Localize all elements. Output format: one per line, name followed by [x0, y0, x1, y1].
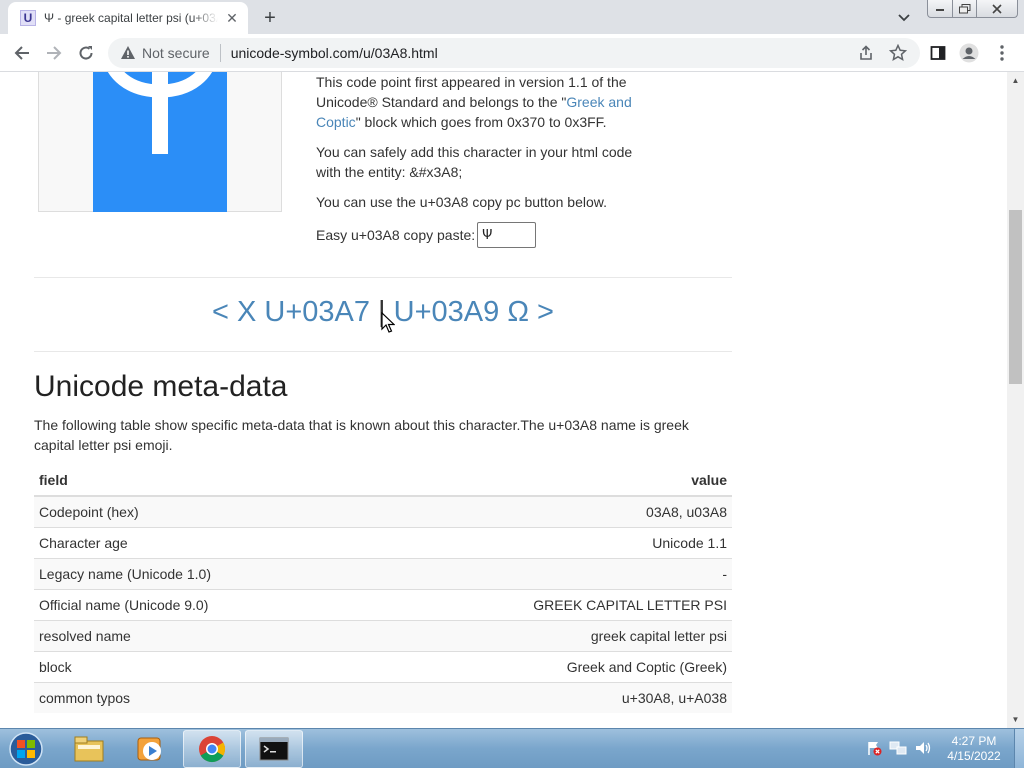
table-header-row: field value	[34, 465, 732, 497]
table-row: common typos u+30A8, u+A038	[34, 681, 732, 713]
field-cell: resolved name	[34, 619, 364, 651]
metadata-table: field value Codepoint (hex) 03A8, u03A8 …	[34, 465, 732, 713]
field-cell: Legacy name (Unicode 1.0)	[34, 557, 364, 589]
restore-window-button[interactable]	[952, 0, 977, 18]
warning-triangle-icon[interactable]	[120, 45, 136, 61]
table-row: Legacy name (Unicode 1.0) -	[34, 557, 732, 589]
field-cell: Codepoint (hex)	[34, 495, 364, 527]
volume-speaker-icon[interactable]	[912, 737, 934, 759]
value-cell: greek capital letter psi	[363, 619, 732, 651]
windows-taskbar: 4:27 PM 4/15/2022	[0, 728, 1024, 768]
share-icon[interactable]	[852, 39, 880, 67]
field-cell: Official name (Unicode 9.0)	[34, 588, 364, 620]
value-cell: -	[363, 557, 732, 589]
close-tab-icon[interactable]: ✕	[224, 10, 240, 26]
page-viewport: This code point first appeared in versio…	[0, 72, 1007, 728]
next-character-link[interactable]: U+03A9 Ω >	[394, 296, 554, 328]
not-secure-label[interactable]: Not secure	[142, 45, 210, 61]
tab-search-chevron-icon[interactable]	[893, 7, 915, 29]
browser-toolbar: Not secure unicode-symbol.com/u/03A8.htm…	[0, 34, 1024, 72]
divider-top	[34, 277, 732, 278]
copy-description: You can use the u+03A8 copy pc button be…	[316, 194, 607, 210]
field-cell: block	[34, 650, 364, 682]
copy-paste-label: Easy u+03A8 copy paste:	[316, 227, 476, 243]
action-center-flag-icon[interactable]	[864, 737, 884, 759]
tab-strip: U Ψ - greek capital letter psi (u+03A8) …	[0, 0, 1024, 34]
table-row: resolved name greek capital letter psi	[34, 619, 732, 651]
version-description: This code point first appeared in versio…	[316, 72, 646, 132]
show-desktop-button[interactable]	[1014, 729, 1024, 768]
value-cell: Unicode 1.1	[363, 526, 732, 558]
table-row: Official name (Unicode 9.0) GREEK CAPITA…	[34, 588, 732, 620]
scroll-up-arrow-icon[interactable]: ▲	[1007, 72, 1024, 89]
prev-character-link[interactable]: < X U+03A7	[212, 296, 370, 328]
mouse-cursor-icon	[381, 312, 395, 333]
new-tab-button[interactable]: +	[258, 6, 282, 30]
cmd-icon[interactable]	[245, 730, 303, 768]
vertical-scrollbar[interactable]: ▲ ▼	[1007, 72, 1024, 728]
field-cell: Character age	[34, 526, 364, 558]
scrollbar-thumb[interactable]	[1009, 210, 1022, 384]
copy-paste-row: Easy u+03A8 copy paste: Ψ	[316, 222, 537, 248]
windows-logo-icon	[9, 732, 43, 766]
explorer-icon[interactable]	[60, 730, 118, 768]
scroll-down-arrow-icon[interactable]: ▼	[1007, 711, 1024, 728]
reload-icon[interactable]	[72, 39, 100, 67]
network-icon[interactable]	[888, 737, 908, 759]
value-cell: u+30A8, u+A038	[363, 681, 732, 713]
minimize-window-button[interactable]	[927, 0, 953, 18]
menu-dots-icon[interactable]	[988, 39, 1016, 67]
table-row: Codepoint (hex) 03A8, u03A8	[34, 495, 732, 527]
chrome-icon[interactable]	[183, 730, 241, 768]
value-cell: GREEK CAPITAL LETTER PSI	[363, 588, 732, 620]
value-column-header: value	[363, 465, 732, 497]
character-preview-box	[38, 72, 282, 212]
copy-paste-input[interactable]: Ψ	[477, 222, 537, 248]
profile-avatar-icon[interactable]	[955, 39, 983, 67]
back-arrow-icon[interactable]	[8, 39, 36, 67]
start-button[interactable]	[6, 731, 46, 767]
media-player-icon[interactable]	[121, 730, 179, 768]
omnibox-divider	[219, 44, 221, 62]
side-panel-icon[interactable]	[924, 39, 952, 67]
tab-title: Ψ - greek capital letter psi (u+03A8)	[44, 11, 218, 25]
table-row: block Greek and Coptic (Greek)	[34, 650, 732, 682]
close-window-button[interactable]	[976, 0, 1018, 18]
version-text-end: " block which goes from 0x370 to 0x3FF.	[355, 114, 607, 130]
address-bar[interactable]: Not secure unicode-symbol.com/u/03A8.htm…	[108, 38, 920, 68]
favicon-icon: U	[20, 10, 36, 26]
value-cell: 03A8, u03A8	[363, 495, 732, 527]
bookmark-star-icon[interactable]	[884, 39, 912, 67]
system-clock[interactable]: 4:27 PM 4/15/2022	[938, 734, 1010, 764]
clock-date: 4/15/2022	[947, 749, 1001, 763]
metadata-heading: Unicode meta-data	[34, 370, 288, 403]
metadata-intro: The following table show specific meta-d…	[34, 417, 689, 453]
url-text[interactable]: unicode-symbol.com/u/03A8.html	[231, 45, 438, 61]
value-cell: Greek and Coptic (Greek)	[363, 650, 732, 682]
forward-arrow-icon[interactable]	[40, 39, 68, 67]
clock-time: 4:27 PM	[951, 734, 997, 748]
psi-glyph-image	[93, 72, 227, 212]
field-cell: common typos	[34, 681, 364, 713]
table-row: Character age Unicode 1.1	[34, 526, 732, 558]
browser-tab[interactable]: U Ψ - greek capital letter psi (u+03A8) …	[8, 2, 248, 34]
field-column-header: field	[34, 465, 364, 497]
entity-description: You can safely add this character in you…	[316, 144, 633, 180]
divider-bottom	[34, 351, 732, 352]
